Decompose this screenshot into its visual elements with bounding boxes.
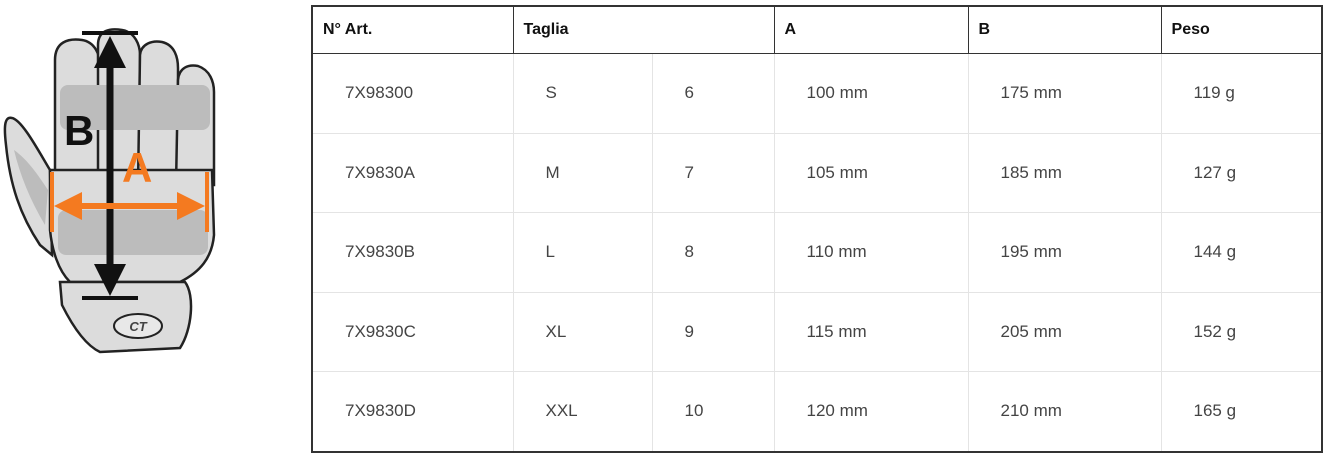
cell-weight: 165 g bbox=[1193, 401, 1237, 421]
measure-a-label: A bbox=[122, 144, 152, 191]
table-row: 7X9830D XXL 10 120 mm 210 mm 165 g bbox=[312, 371, 1322, 452]
cell-art: 7X9830A bbox=[312, 133, 514, 213]
cell-a: 110 mm bbox=[774, 212, 969, 293]
cell-size-number: 6 bbox=[652, 53, 775, 134]
cell-b: 205 mm bbox=[968, 292, 1162, 372]
cell-size-number: 8 bbox=[652, 212, 775, 293]
cell-size: XXL bbox=[513, 371, 653, 452]
cell-size-number: 7 bbox=[652, 133, 775, 213]
cell-a: 115 mm bbox=[774, 292, 969, 372]
cell-b: 185 mm bbox=[968, 133, 1162, 213]
cell-art: 7X9830D bbox=[312, 371, 514, 452]
measure-b-label: B bbox=[64, 107, 94, 154]
table-row: 7X9830C XL 9 115 mm 205 mm 152 g bbox=[312, 292, 1323, 372]
cell-size: S bbox=[513, 53, 653, 134]
cell-weight: 119 g bbox=[1161, 53, 1323, 134]
header-weight: Peso bbox=[1160, 5, 1323, 54]
glove-size-table: N° Art. Taglia A B Peso 7X98300 S 6 100 … bbox=[311, 5, 1324, 453]
table-row: 7X98300 S 6 100 mm 175 mm 119 g bbox=[312, 53, 1323, 134]
cell-size: L bbox=[513, 212, 653, 293]
cell-art: 7X9830C bbox=[312, 292, 514, 372]
glove-size-diagram: CT B A bbox=[3, 28, 216, 354]
cell-size-number: 9 bbox=[652, 292, 775, 372]
cell-a: 120 mm bbox=[774, 371, 969, 452]
cell-a: 100 mm bbox=[774, 53, 969, 134]
table-header-row: N° Art. Taglia A B Peso bbox=[311, 5, 1323, 54]
cell-weight: 152 g bbox=[1161, 292, 1323, 372]
header-size: Taglia bbox=[512, 5, 775, 54]
table-row: 7X9830A M 7 105 mm 185 mm 127 g bbox=[312, 133, 1323, 213]
cell-b: 195 mm bbox=[968, 212, 1162, 293]
header-art: N° Art. bbox=[311, 5, 514, 54]
cell-b: 175 mm bbox=[968, 53, 1162, 134]
cell-art: 7X9830B bbox=[312, 212, 514, 293]
cell-weight: 144 g bbox=[1161, 212, 1323, 293]
ct-logo: CT bbox=[113, 313, 163, 339]
cell-art: 7X98300 bbox=[312, 53, 514, 134]
cell-size: M bbox=[513, 133, 653, 213]
cell-size: XL bbox=[513, 292, 653, 372]
cell-a: 105 mm bbox=[774, 133, 969, 213]
cell-b: 210 mm bbox=[968, 371, 1162, 452]
header-b: B bbox=[967, 5, 1162, 54]
cell-weight: 127 g bbox=[1161, 133, 1323, 213]
header-a: A bbox=[773, 5, 969, 54]
svg-text:CT: CT bbox=[129, 319, 147, 334]
cell-size-number: 10 bbox=[652, 371, 775, 452]
table-row: 7X9830B L 8 110 mm 195 mm 144 g bbox=[312, 212, 1323, 293]
